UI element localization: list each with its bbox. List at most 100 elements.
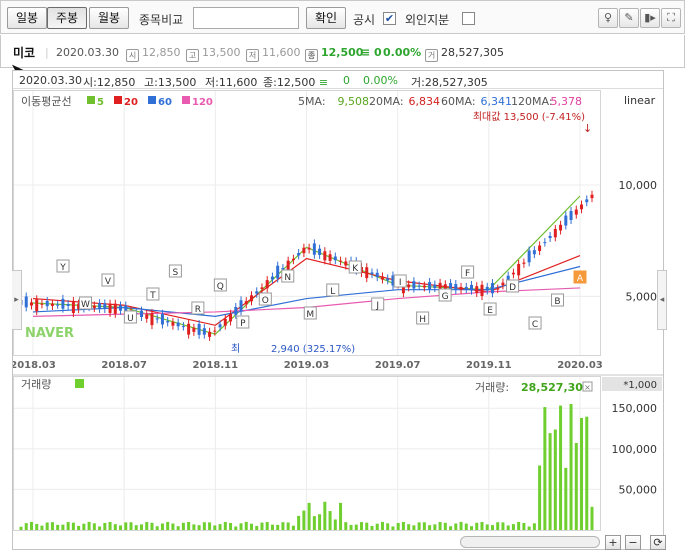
volume-bar (490, 525, 494, 530)
candle-body (538, 245, 542, 252)
candle-body (113, 303, 117, 314)
volume-bar (318, 514, 322, 530)
volume-bar (24, 523, 28, 530)
volume-tick-label: 150,000 (612, 402, 658, 415)
info-date: 2020.03.30 (56, 46, 119, 59)
volume-bar (428, 525, 432, 530)
price-change: ≡ 0 (361, 46, 382, 59)
volume-bar (270, 524, 274, 530)
max-value-arrow-icon: ↓ (583, 122, 592, 135)
volume-bar (124, 522, 128, 530)
candle-body (339, 260, 343, 262)
event-marker-label: Y (59, 263, 66, 273)
volume-bar (365, 522, 369, 530)
candle-body (318, 248, 322, 255)
candle-body (192, 327, 196, 332)
volume-bar (569, 404, 573, 530)
fullscreen-icon[interactable]: ⛶ (661, 8, 681, 28)
volume-bar (265, 522, 269, 530)
volume-bar (50, 522, 54, 530)
volume-bar (213, 525, 217, 530)
candle-body (422, 285, 426, 288)
candle-body (548, 235, 552, 239)
scroll-left-arrow[interactable]: ▸ (12, 270, 22, 330)
draw-icon[interactable]: ✎ (619, 8, 639, 28)
volume-bar (166, 521, 170, 530)
volume-bar (297, 515, 301, 530)
ma-legend-swatch (114, 96, 122, 104)
scroll-right-arrow[interactable]: ◂ (657, 270, 667, 330)
volume-bar (129, 522, 133, 530)
volume-bar (103, 522, 107, 530)
stock-info-bar: 미코 | 2020.03.30 시 12,850 고 13,500 저 11,600 … (0, 35, 685, 68)
candle-body (333, 256, 337, 261)
candle-body (559, 224, 563, 231)
volume-tick-label: 100,000 (612, 443, 658, 456)
ma-value-label: 60MA: (441, 95, 476, 108)
low-price: 저 11,600 (246, 46, 301, 62)
volume-bar (506, 525, 510, 530)
candle-body (61, 298, 65, 309)
ma-value: 9,508 (338, 95, 370, 108)
candle-body (98, 303, 102, 309)
candle-body (197, 323, 201, 335)
volume-bar (564, 467, 568, 530)
volume-bar (585, 416, 589, 530)
disclosure-checkbox[interactable]: ✔ (383, 12, 396, 25)
volume-bar (323, 501, 327, 530)
volume-bar (223, 521, 227, 530)
open-price: 시 12,850 (126, 46, 181, 62)
volume-bar (281, 522, 285, 530)
reset-icon[interactable]: ⟳ (650, 535, 666, 550)
candle-body (365, 267, 369, 279)
chart-header-change-pct: 0.00% (363, 74, 398, 87)
chart-header: 2020.03.30 시:12,850 고:13,500 저:11,600 종:… (13, 71, 663, 89)
event-marker-label: R (195, 305, 201, 315)
daily-button[interactable]: 일봉 (7, 7, 48, 29)
chart-header-low: 저:11,600 (205, 76, 258, 89)
volume-bar (244, 521, 248, 530)
volume-bar (454, 523, 458, 530)
monthly-button[interactable]: 월봉 (89, 7, 130, 29)
volume-bar (590, 506, 594, 530)
weekly-button[interactable]: 주봉 (47, 7, 88, 29)
scale-label[interactable]: linear (624, 94, 656, 107)
candle-body (66, 304, 70, 306)
ma-value: 5,378 (551, 95, 583, 108)
candle-body (464, 286, 468, 290)
volume-bar (197, 525, 201, 530)
ma-legend-label: 5 (97, 97, 104, 108)
volume-bar (370, 525, 374, 530)
zoom-in-button[interactable]: + (605, 535, 621, 550)
volume-legend-swatch (75, 379, 84, 388)
time-scrollbar[interactable] (460, 536, 600, 548)
candle-body (433, 284, 437, 289)
foreign-ownership-checkbox[interactable] (462, 12, 475, 25)
candle-body (454, 284, 458, 290)
candle-body (297, 253, 301, 256)
volume-bar (92, 523, 96, 530)
price-axis: 10,000 5,000 (619, 179, 658, 303)
toggle-icon[interactable]: ▮▸ (640, 8, 660, 28)
candle-body (490, 283, 494, 294)
volume-tick-label: 50,000 (619, 483, 658, 496)
volume-title: 거래량 (21, 378, 51, 391)
zoom-out-button[interactable]: − (625, 535, 641, 550)
min-value-prefix: 최 (231, 343, 240, 355)
volume-bar (139, 524, 143, 530)
candle-body (139, 310, 143, 317)
time-tick-label: 2019.11 (466, 360, 512, 371)
stock-chart[interactable]: YWVUTSRQPONMLKJIHGFEDCBA 10,0005,000 201… (13, 90, 663, 550)
confirm-button[interactable]: 확인 (306, 7, 347, 29)
volume-bar (239, 523, 243, 530)
volume-bar (291, 525, 295, 530)
candle-body (412, 281, 416, 289)
candle-body (286, 260, 290, 270)
volume-bar (422, 522, 426, 530)
compare-input[interactable] (193, 7, 299, 29)
chart-toolbar: 일봉 주봉 월봉 종목비교 확인 공시 ✔ 외인지분 ♀ ✎ ▮▸ ⛶ (0, 0, 685, 34)
event-marker-label: V (105, 277, 112, 287)
volume-bar (113, 524, 117, 530)
volume-current-value: 28,527,305 (521, 381, 591, 394)
tooltip-icon[interactable]: ♀ (598, 8, 618, 28)
